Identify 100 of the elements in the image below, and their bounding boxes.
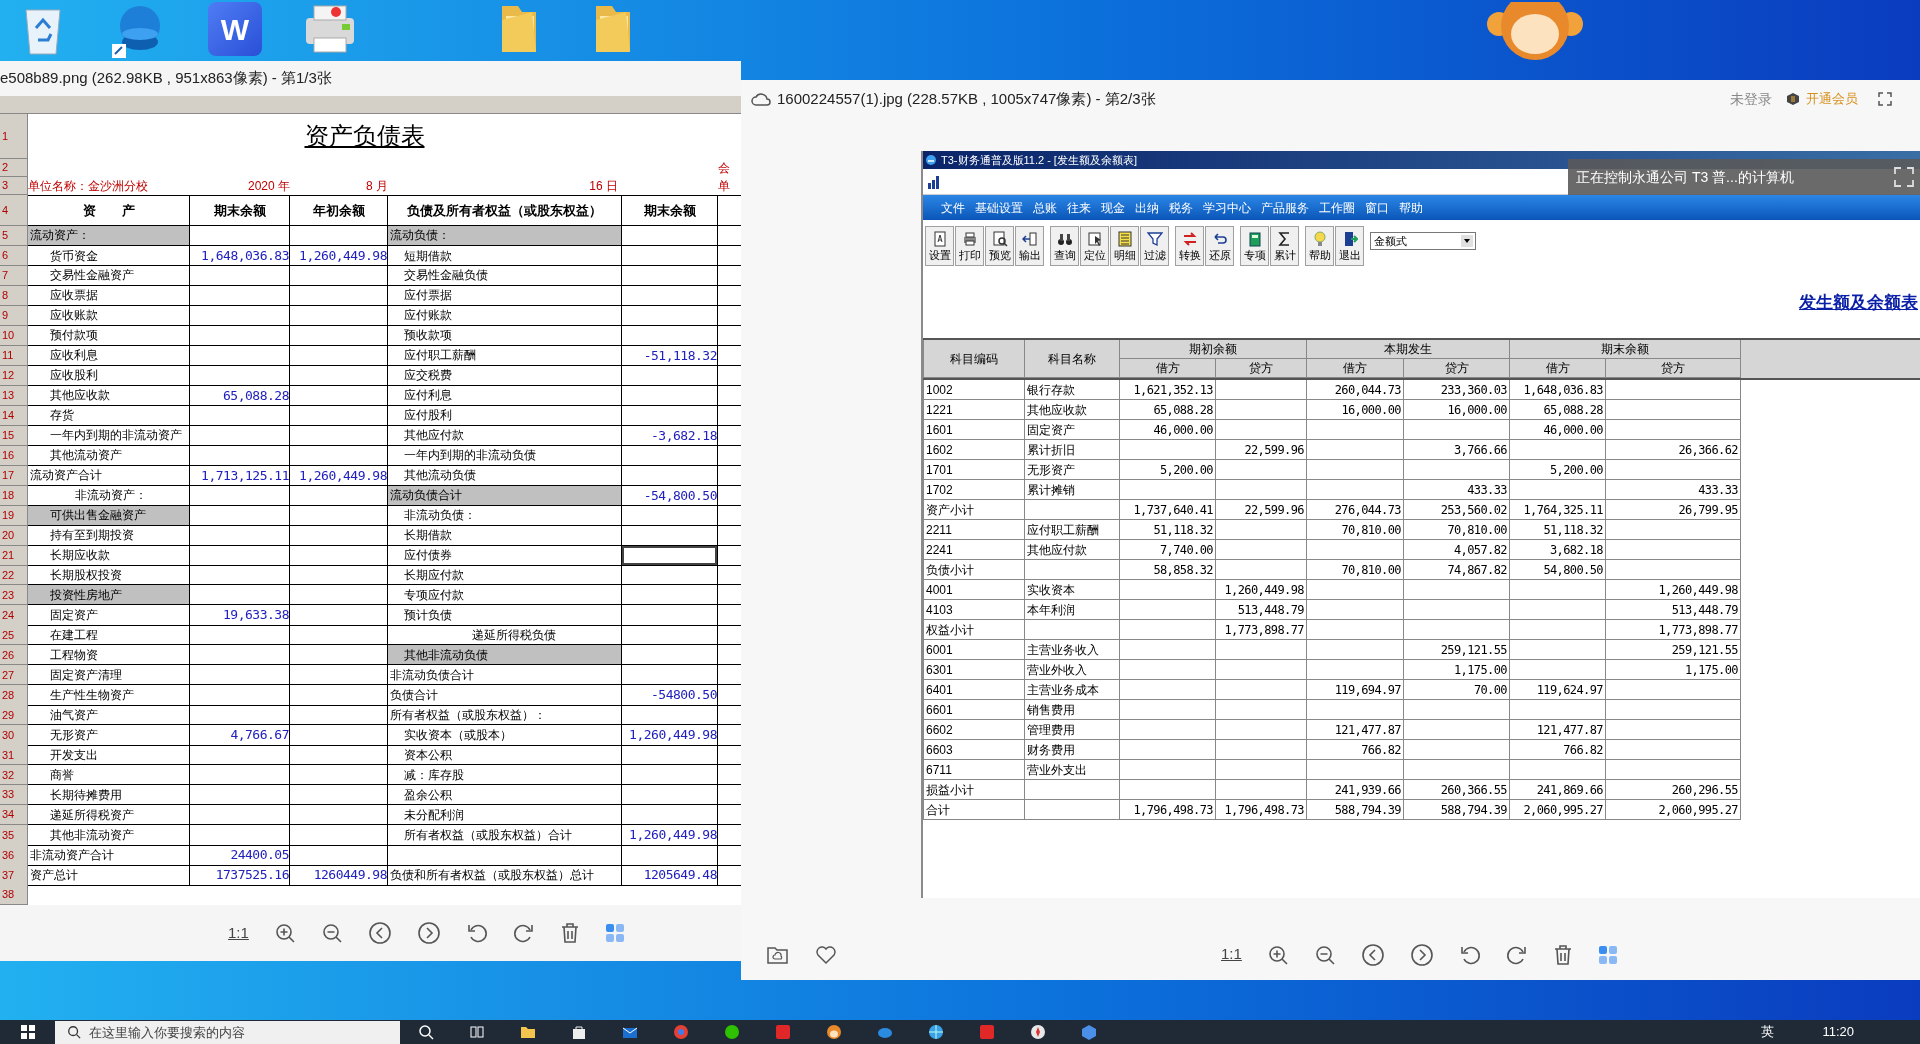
- toolbar-button[interactable]: 输出: [1015, 226, 1044, 266]
- menu-item[interactable]: 总账: [1033, 198, 1057, 217]
- table-cell: 1,648,036.83: [190, 245, 290, 267]
- delete-icon[interactable]: [1552, 943, 1573, 966]
- cloud-folder-icon[interactable]: [767, 944, 789, 965]
- start-icon[interactable]: [19, 1024, 36, 1040]
- table-cell: 51,118.32: [1120, 520, 1216, 540]
- search-icon[interactable]: [418, 1024, 434, 1040]
- coin-icon: [1786, 92, 1800, 106]
- grid-icon[interactable]: [1597, 944, 1618, 965]
- app-title: T3-财务通普及版11.2 - [发生额及余额表]: [941, 152, 1137, 168]
- menu-item[interactable]: 文件: [941, 198, 965, 217]
- cube-icon[interactable]: [1081, 1024, 1097, 1040]
- toolbar-button[interactable]: 过滤: [1140, 226, 1169, 266]
- toolbar-button[interactable]: 设置: [925, 226, 954, 266]
- clock[interactable]: 11:20: [1822, 1022, 1854, 1042]
- app-icon[interactable]: [979, 1024, 995, 1040]
- cloud-icon: [751, 91, 771, 107]
- folder-icon[interactable]: [520, 1024, 536, 1040]
- table-cell: 70,810.00: [1307, 520, 1404, 540]
- table-cell: 1,648,036.83: [1510, 380, 1606, 400]
- table-cell: 1,260,449.98: [1216, 580, 1307, 600]
- zoom-in-icon[interactable]: [1266, 943, 1289, 966]
- menu-item[interactable]: 税务: [1169, 198, 1193, 217]
- row-number: 9: [0, 305, 28, 326]
- menu-item[interactable]: 产品服务: [1261, 198, 1309, 217]
- table-cell: 119,624.97: [1510, 680, 1606, 700]
- toolbar-button[interactable]: 打印: [955, 226, 984, 266]
- table-cell: 非流动负债：: [388, 505, 622, 526]
- report-title[interactable]: 发生额及余额表: [1799, 290, 1918, 316]
- shopping-bag-icon[interactable]: [571, 1024, 587, 1040]
- menu-item[interactable]: 现金: [1101, 198, 1125, 217]
- table-cell: 259,121.55: [1404, 640, 1510, 660]
- toolbar-button[interactable]: 转换: [1175, 226, 1204, 266]
- table-cell: 260,044.73: [1307, 380, 1404, 400]
- rotate-left-icon[interactable]: [465, 922, 488, 944]
- toolbar-button[interactable]: 定位: [1080, 226, 1109, 266]
- table-cell: 应付票据: [388, 285, 622, 306]
- taskbar-search-field[interactable]: 在这里输入你要搜索的内容: [55, 1020, 400, 1044]
- menu-item[interactable]: 往来: [1067, 198, 1091, 217]
- toolbar-button[interactable]: 帮助: [1305, 226, 1334, 266]
- row-number: 36: [0, 845, 28, 866]
- previous-icon[interactable]: [1360, 942, 1385, 967]
- table-cell: 1,260,449.98: [290, 465, 388, 487]
- table-cell: 1,260,449.98: [622, 725, 718, 746]
- selected-cell[interactable]: [622, 545, 718, 566]
- table-cell: 应交税费: [388, 365, 622, 386]
- toolbar-button[interactable]: 还原: [1205, 226, 1234, 266]
- chat-icon[interactable]: [724, 1024, 740, 1040]
- table-cell: 所有者权益（或股东权益）：: [388, 705, 622, 726]
- toolbar-button[interactable]: 预览: [985, 226, 1014, 266]
- toolbar-button[interactable]: 退出: [1335, 226, 1364, 266]
- row-number: 20: [0, 525, 28, 546]
- toolbar-button[interactable]: 累计: [1270, 226, 1299, 266]
- toolbar-button[interactable]: 专项: [1240, 226, 1269, 266]
- menu-item[interactable]: 帮助: [1399, 198, 1423, 217]
- menu-item[interactable]: 窗口: [1365, 198, 1389, 217]
- next-icon[interactable]: [416, 921, 441, 945]
- column-header: 期末余额: [190, 194, 290, 226]
- menu-item[interactable]: 学习中心: [1203, 198, 1251, 217]
- heart-icon[interactable]: [815, 944, 837, 965]
- next-icon[interactable]: [1409, 942, 1434, 967]
- grid-icon[interactable]: [604, 923, 625, 943]
- table-cell: 4001: [924, 580, 1025, 600]
- row-number: 14: [0, 405, 28, 426]
- table-cell: 65,088.28: [190, 385, 290, 407]
- previous-icon[interactable]: [367, 921, 392, 945]
- globe-icon[interactable]: [928, 1024, 944, 1040]
- row-number: 19: [0, 505, 28, 526]
- actual-size-button[interactable]: 1:1: [1221, 943, 1242, 966]
- input-method-indicator[interactable]: 英: [1761, 1022, 1775, 1042]
- toolbar-button[interactable]: 查询: [1050, 226, 1079, 266]
- filter-icon: [1146, 231, 1163, 247]
- view-dropdown[interactable]: 金额式: [1370, 232, 1476, 250]
- zoom-in-icon[interactable]: [273, 922, 296, 944]
- table-cell: 1701: [924, 460, 1025, 480]
- app-icon[interactable]: [775, 1024, 791, 1040]
- browser-icon[interactable]: [673, 1024, 689, 1040]
- rotate-right-icon[interactable]: [512, 922, 535, 944]
- table-cell: 65,088.28: [1510, 400, 1606, 420]
- zoom-out-icon[interactable]: [1313, 943, 1336, 966]
- row-number: 1: [0, 114, 28, 159]
- column-header: 借方: [1120, 359, 1216, 378]
- menu-item[interactable]: 基础设置: [975, 198, 1023, 217]
- menu-item[interactable]: 出纳: [1135, 198, 1159, 217]
- table-cell: 合计: [924, 800, 1025, 820]
- menu-item[interactable]: 工作圈: [1319, 198, 1355, 217]
- mascot-icon[interactable]: [826, 1024, 842, 1040]
- actual-size-button[interactable]: 1:1: [228, 921, 249, 945]
- fullscreen-icon[interactable]: [1878, 92, 1892, 106]
- login-link[interactable]: 未登录: [1730, 88, 1772, 110]
- table-cell: 5,200.00: [1510, 460, 1606, 480]
- toolbar-button[interactable]: 明细: [1110, 226, 1139, 266]
- column-header: 科目名称: [1025, 340, 1120, 378]
- compass-icon[interactable]: [1030, 1024, 1046, 1040]
- table-cell: 2,060,995.27: [1606, 800, 1741, 820]
- delete-icon[interactable]: [559, 922, 580, 944]
- task-view-icon[interactable]: [469, 1024, 485, 1040]
- row-number: 38: [0, 885, 28, 905]
- zoom-out-icon[interactable]: [320, 922, 343, 944]
